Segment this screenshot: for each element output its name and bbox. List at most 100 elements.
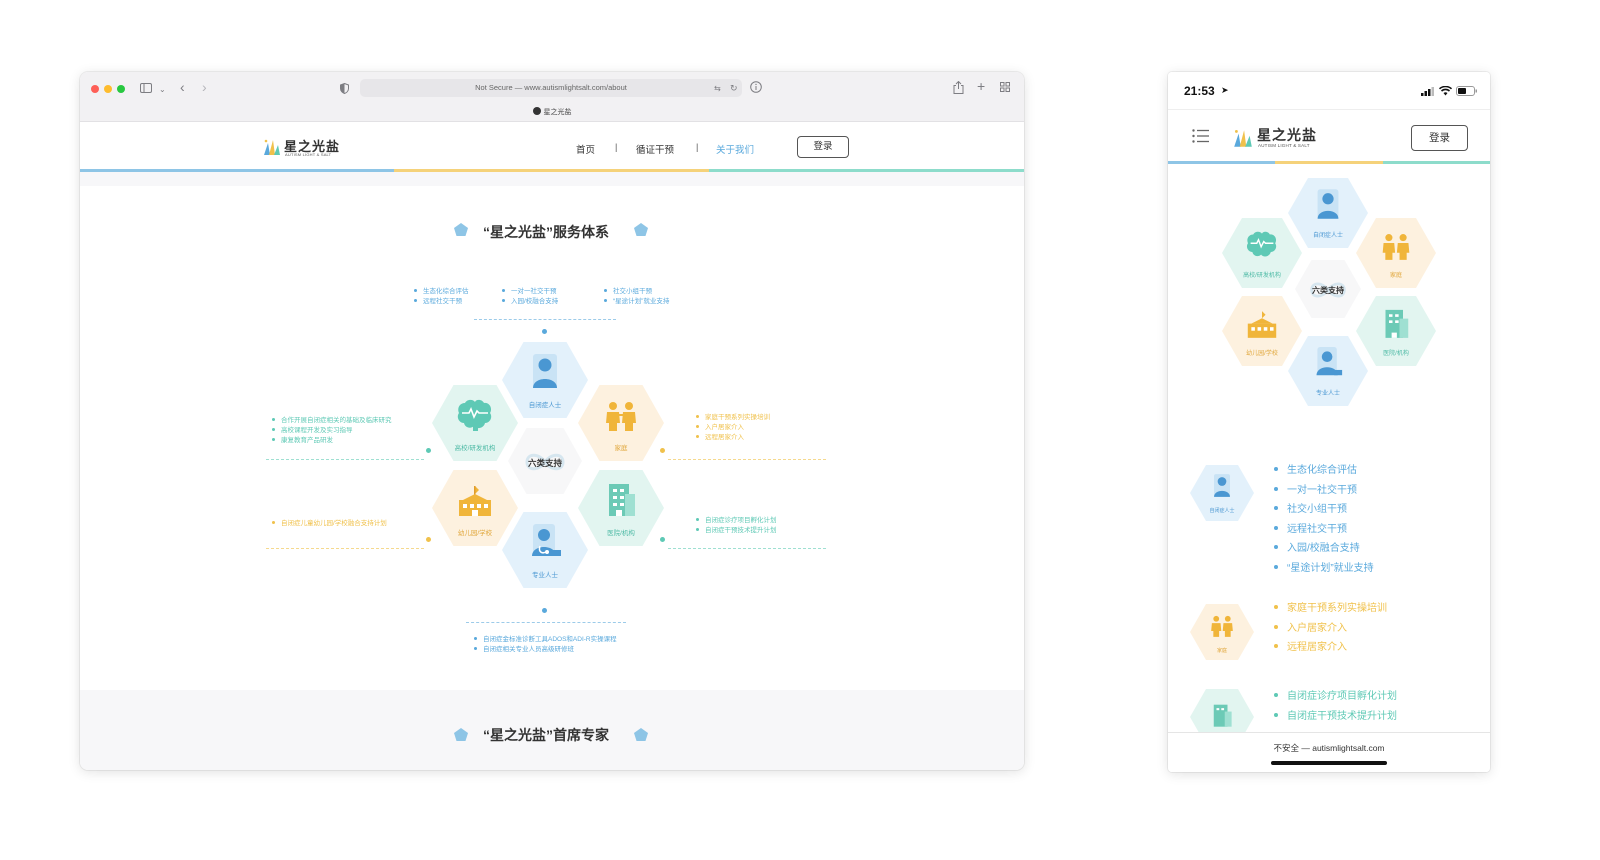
hex-label: 高校/研发机构 [1243,273,1281,279]
site-logo[interactable]: 星之光盐 AUTISM LIGHT & SALT [262,136,342,158]
hex-autistic-person-small[interactable]: 自闭症人士 [1190,465,1254,521]
site-logo[interactable]: 星之光盐 AUTISM LIGHT & SALT [1232,125,1322,151]
list-item: 生态化综合评估 [1274,461,1374,481]
reload-icon[interactable]: ↻ [730,82,738,94]
url-text: 不安全 — autismlightsalt.com [1273,743,1385,753]
hex-label: 自闭症人士 [1312,233,1343,239]
hex-family[interactable]: 家庭 [578,385,664,461]
list-item: 社交小组干预 [1274,500,1374,520]
hex-label: 幼儿园/学校 [1246,351,1278,357]
nav-intervention[interactable]: 循证干预 [636,142,674,156]
hex-label: 家庭 [1389,273,1402,279]
hex-professional[interactable]: 专业人士 [1288,336,1368,406]
family-icon [606,402,636,431]
mobile-address-bar[interactable]: 不安全 — autismlightsalt.com [1168,732,1490,772]
nav-about[interactable]: 关于我们 [716,142,754,156]
brain-icon [457,399,492,431]
list-item: 自闭症干预技术提升计划 [1274,707,1397,727]
right-bottom-list: 自闭症诊疗项目孵化计划 自闭症干预技术提升计划 [696,516,777,536]
right-top-dashed-line [668,459,826,460]
section-title: “星之光盐”首席专家 [483,727,609,743]
list-item: 生态化综合评估 [414,287,469,297]
list-item: 入户居家介入 [696,423,770,433]
mobile-screen: 21:53 ➤ 星之光盐 AUTISM LIGHT & SALT 登录 自闭症人… [1168,72,1490,772]
person-icon [1317,189,1339,219]
top-dashed-line [474,319,616,320]
header-stripe-teal [1383,161,1490,164]
nav-separator: | [696,142,699,152]
zoom-window-button[interactable] [117,85,125,93]
address-bar[interactable]: Not Secure — www.autismlightsalt.com/abo… [360,79,742,97]
new-tab-icon[interactable]: + [977,79,985,93]
hex-autistic-person[interactable]: 自闭症人士 [1288,178,1368,248]
forward-icon[interactable]: › [202,80,207,94]
translate-icon[interactable]: ⇆ [714,83,721,95]
hospital-service-list: 自闭症诊疗项目孵化计划 自闭症干预技术提升计划 [1274,687,1397,726]
left-top-list: 合作开展自闭症相关的基础及临床研究 高校课程开发及实习指导 康复教育产品研发 [272,416,392,446]
share-icon[interactable] [953,80,964,96]
connector-dot [660,537,665,542]
sidebar-icon[interactable] [140,83,152,95]
hex-hospital[interactable]: 医院/机构 [1356,296,1436,366]
hex-university[interactable]: 高校/研发机构 [1222,218,1302,288]
connector-dot [660,448,665,453]
header-gap [80,172,1024,186]
signal-icon [1421,87,1434,96]
close-window-button[interactable] [91,85,99,93]
hex-label: 家庭 [1216,648,1227,654]
tab-title[interactable]: 星之光盐 [80,107,1024,117]
status-time: 21:53 [1184,84,1215,98]
location-arrow-icon: ➤ [1221,85,1229,95]
home-indicator[interactable] [1271,761,1387,765]
hex-label: 家庭 [614,445,628,452]
connector-dot [426,537,431,542]
list-item: 康复教育产品研发 [272,436,392,446]
hamburger-menu-icon[interactable] [1192,129,1210,143]
list-item: 社交小组干预 [604,287,669,297]
top-list-3: 社交小组干预 “星途计划”就业支持 [604,287,669,307]
hex-school[interactable]: 幼儿园/学校 [432,470,518,546]
minimize-window-button[interactable] [104,85,112,93]
browser-toolbar: ⌄ ‹ › Not Secure — www.autismlightsalt.c… [80,72,1024,122]
hospital-icon [1213,704,1232,727]
hospital-icon [1385,309,1409,338]
logo-english-text: AUTISM LIGHT & SALT [1258,143,1310,148]
connector-dot [542,329,547,334]
shield-icon[interactable] [340,82,349,96]
info-icon[interactable] [750,81,762,95]
pentagon-icon [634,223,648,236]
hex-label: 自闭症人士 [528,402,562,409]
logo-mark-icon [264,139,280,155]
hex-autistic-person[interactable]: 自闭症人士 [502,342,588,418]
hospital-icon [609,484,635,516]
pentagon-icon [634,728,648,741]
nav-home[interactable]: 首页 [576,142,595,156]
hex-professional[interactable]: 专业人士 [502,512,588,588]
header-stripe-blue [1168,161,1275,164]
hex-center: 六类支持 [508,428,582,494]
list-item: “星途计划”就业支持 [1274,559,1374,579]
list-item: 入户居家介入 [1274,619,1387,639]
hex-family[interactable]: 家庭 [1356,218,1436,288]
left-top-dashed-line [266,459,424,460]
hex-label: 高校/研发机构 [454,445,496,452]
top-list-2: 一对一社交干预 入园/校融合支持 [502,287,558,307]
brain-icon [1246,231,1277,257]
login-button[interactable]: 登录 [1411,125,1468,151]
list-item: 入园/校融合支持 [1274,539,1374,559]
hex-hospital[interactable]: 医院/机构 [578,470,664,546]
hex-family-small[interactable]: 家庭 [1190,604,1254,660]
autistic-service-list: 生态化综合评估 一对一社交干预 社交小组干预 远程社交干预 入园/校融合支持 “… [1274,461,1374,578]
hex-university[interactable]: 高校/研发机构 [432,385,518,461]
chevron-down-icon[interactable]: ⌄ [159,84,166,96]
list-item: 入园/校融合支持 [502,297,558,307]
list-item: 远程居家介入 [1274,638,1387,658]
school-icon [1247,311,1277,338]
back-icon[interactable]: ‹ [180,80,185,94]
url-text: Not Secure — www.autismlightsalt.com/abo… [475,83,627,92]
professional-icon [532,524,561,556]
tab-overview-icon[interactable] [1000,82,1010,94]
hex-label: 医院/机构 [1383,351,1409,357]
login-button[interactable]: 登录 [797,136,849,158]
hex-school[interactable]: 幼儿园/学校 [1222,296,1302,366]
